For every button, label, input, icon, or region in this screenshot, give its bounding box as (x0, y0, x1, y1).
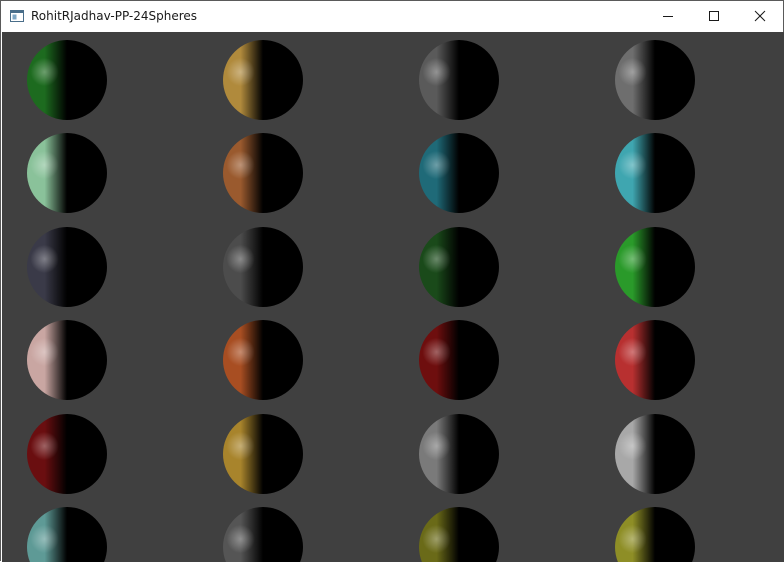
sphere-r5-c4 (615, 414, 695, 494)
sphere-r1-c1 (27, 40, 107, 120)
sphere-r1-c4 (615, 40, 695, 120)
sphere-r4-c1 (27, 320, 107, 400)
sphere-r5-c2 (223, 414, 303, 494)
app-window-icon[interactable] (9, 8, 25, 24)
render-viewport[interactable] (2, 32, 784, 562)
application-window: RohitRJadhav-PP-24Spheres (0, 0, 784, 562)
sphere-r4-c3 (419, 320, 499, 400)
close-icon (754, 10, 766, 22)
sphere-r6-c3 (419, 507, 499, 562)
maximize-button[interactable] (691, 1, 737, 31)
sphere-r6-c1 (27, 507, 107, 562)
minimize-button[interactable] (645, 1, 691, 31)
window-controls (645, 1, 783, 31)
sphere-r1-c2 (223, 40, 303, 120)
maximize-icon (709, 11, 719, 21)
sphere-r3-c4 (615, 227, 695, 307)
sphere-r4-c4 (615, 320, 695, 400)
sphere-r2-c1 (27, 133, 107, 213)
sphere-r5-c3 (419, 414, 499, 494)
window-title: RohitRJadhav-PP-24Spheres (31, 9, 198, 23)
close-button[interactable] (737, 1, 783, 31)
minimize-icon (663, 16, 673, 17)
sphere-r5-c1 (27, 414, 107, 494)
sphere-r2-c4 (615, 133, 695, 213)
sphere-r1-c3 (419, 40, 499, 120)
sphere-r3-c2 (223, 227, 303, 307)
sphere-r4-c2 (223, 320, 303, 400)
sphere-r3-c1 (27, 227, 107, 307)
sphere-r6-c2 (223, 507, 303, 562)
sphere-r6-c4 (615, 507, 695, 562)
sphere-r3-c3 (419, 227, 499, 307)
title-bar[interactable]: RohitRJadhav-PP-24Spheres (1, 1, 783, 31)
sphere-r2-c3 (419, 133, 499, 213)
sphere-r2-c2 (223, 133, 303, 213)
